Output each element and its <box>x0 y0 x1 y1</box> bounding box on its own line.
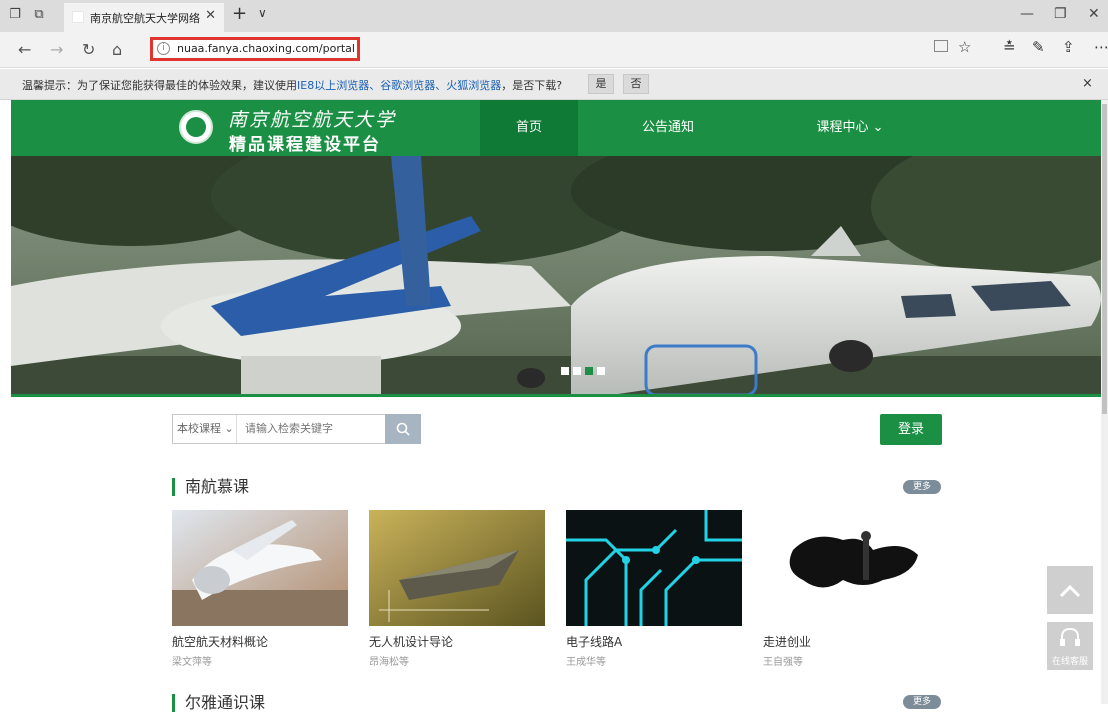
infobar-message: 温馨提示：为了保证您能获得最佳的体验效果，建议使用IE8以上浏览器、谷歌浏览器、… <box>22 79 563 92</box>
course-author: 梁文萍等 <box>172 657 212 668</box>
course-author: 昂海松等 <box>369 657 409 668</box>
forward-icon[interactable]: → <box>50 40 63 60</box>
nav-course-center[interactable]: 课程中心 ⌄ <box>800 100 900 156</box>
banner-airplane-image[interactable] <box>11 156 1108 395</box>
nav-announcements[interactable]: 公告通知 <box>618 100 718 156</box>
infobar-yes-button[interactable]: 是 <box>588 74 614 94</box>
section-title-nuaa-mooc: 南航慕课 <box>172 478 249 496</box>
search-icon <box>396 422 410 436</box>
site-info-icon[interactable]: i <box>157 42 170 55</box>
course-name[interactable]: 电子线路A <box>566 633 622 650</box>
login-button[interactable]: 登录 <box>880 414 942 445</box>
back-icon[interactable]: ← <box>18 40 31 60</box>
web-note-icon[interactable]: ✎ <box>1032 38 1045 56</box>
course-thumbnail[interactable] <box>369 510 545 626</box>
address-bar[interactable]: i nuaa.fanya.chaoxing.com/portal <box>150 37 360 61</box>
browser-download-links[interactable]: IE8以上浏览器、谷歌浏览器、火狐浏览器 <box>297 79 501 92</box>
window-close-icon[interactable]: ✕ <box>1088 6 1100 22</box>
section-more-button[interactable]: 更多 <box>903 695 941 709</box>
course-name[interactable]: 无人机设计导论 <box>369 633 453 650</box>
carousel-dot-3[interactable] <box>585 367 593 375</box>
nav-home[interactable]: 首页 <box>480 100 578 156</box>
scrollbar-thumb[interactable] <box>1102 104 1107 414</box>
course-search: 本校课程 ⌄ <box>172 414 421 444</box>
course-name[interactable]: 走进创业 <box>763 633 811 650</box>
minimize-icon[interactable]: — <box>1020 6 1034 22</box>
share-icon[interactable]: ⇪ <box>1062 38 1075 56</box>
online-service-button[interactable]: 在线客服 <box>1047 622 1093 670</box>
logo-university-name: 南京航空航天大学 <box>228 109 397 131</box>
tab-favicon-icon <box>72 11 84 23</box>
course-thumbnail[interactable] <box>566 510 742 626</box>
home-icon[interactable]: ⌂ <box>112 40 122 60</box>
banner-divider <box>11 394 1108 397</box>
more-menu-icon[interactable]: ⋯ <box>1094 38 1108 56</box>
browser-tab[interactable]: 南京航空航天大学网络教 ✕ <box>64 3 224 32</box>
chevron-up-icon <box>1059 584 1081 598</box>
address-url[interactable]: nuaa.fanya.chaoxing.com/portal <box>177 42 355 55</box>
new-tab-button[interactable]: + <box>232 3 247 24</box>
tab-list-chevron-icon[interactable]: ∨ <box>258 6 267 20</box>
tab-preview-icon[interactable]: ❐ <box>6 6 24 24</box>
infobar-close-icon[interactable]: × <box>1082 76 1093 91</box>
tab-close-icon[interactable]: ✕ <box>205 8 216 23</box>
infobar-no-button[interactable]: 否 <box>623 74 649 94</box>
course-thumbnail[interactable] <box>763 510 939 626</box>
carousel-dot-2[interactable] <box>573 367 581 375</box>
headset-icon <box>1060 627 1080 646</box>
course-author: 王自强等 <box>763 657 803 668</box>
course-thumbnail[interactable] <box>172 510 348 626</box>
tab-title: 南京航空航天大学网络教 <box>90 12 200 25</box>
browser-recommendation-bar: 温馨提示：为了保证您能获得最佳的体验效果，建议使用IE8以上浏览器、谷歌浏览器、… <box>0 69 1108 100</box>
search-button[interactable] <box>385 414 421 444</box>
set-tabs-aside-icon[interactable]: ⧉ <box>30 6 48 24</box>
carousel-dot-4[interactable] <box>597 367 605 375</box>
restore-icon[interactable]: ❐ <box>1054 6 1067 22</box>
search-scope-dropdown[interactable]: 本校课程 ⌄ <box>173 415 237 443</box>
course-author: 王成华等 <box>566 657 606 668</box>
browser-tab-bar: ❐ ⧉ 南京航空航天大学网络教 ✕ + ∨ — ❐ ✕ <box>0 0 1108 32</box>
search-input[interactable] <box>239 415 385 443</box>
reading-view-icon[interactable] <box>934 40 948 52</box>
back-to-top-button[interactable] <box>1047 566 1093 614</box>
favorites-hub-icon[interactable]: ≛ <box>1003 38 1016 56</box>
logo-platform-name: 精品课程建设平台 <box>229 135 381 155</box>
favorite-star-icon[interactable]: ☆ <box>958 38 971 56</box>
online-service-label: 在线客服 <box>1051 657 1088 667</box>
university-emblem-icon <box>179 110 213 144</box>
section-title-general-courses: 尔雅通识课 <box>172 694 265 712</box>
course-name[interactable]: 航空航天材料概论 <box>172 633 268 650</box>
refresh-icon[interactable]: ↻ <box>82 40 95 60</box>
section-more-button[interactable]: 更多 <box>903 480 941 494</box>
carousel-dot-1[interactable] <box>561 367 569 375</box>
